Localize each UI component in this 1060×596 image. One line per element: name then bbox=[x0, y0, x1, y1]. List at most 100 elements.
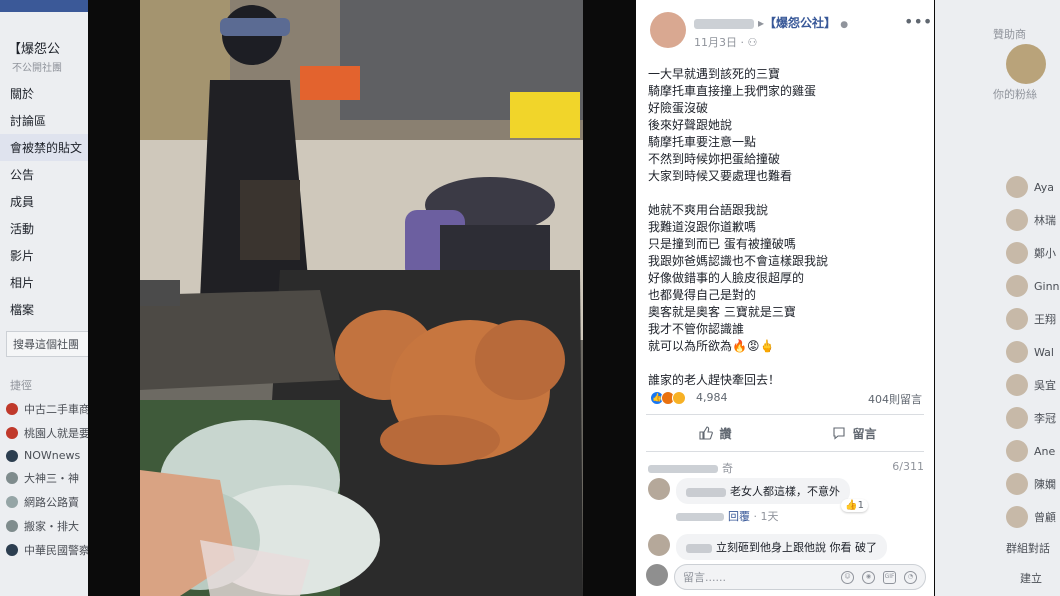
thumbs-up-icon bbox=[699, 426, 714, 440]
contact-item[interactable]: 林瑞 bbox=[1006, 209, 1056, 231]
reaction-count[interactable]: 4,984 bbox=[696, 391, 728, 404]
shortcut-icon bbox=[6, 496, 18, 508]
shortcut-icon bbox=[6, 544, 18, 556]
post-header: ▸【爆怨公社】 ● 11月3日 · ⚇ ••• bbox=[636, 0, 934, 56]
globe-icon: ● bbox=[840, 20, 849, 30]
avatar bbox=[1006, 44, 1046, 84]
comment-item: 立刻砸到他身上跟他說 你看 破了 bbox=[648, 534, 887, 560]
comment-time[interactable]: 1天 bbox=[761, 510, 779, 523]
reply-link[interactable]: 回覆 bbox=[728, 510, 750, 523]
photo-image bbox=[140, 0, 583, 596]
commenter-avatar[interactable] bbox=[648, 534, 670, 556]
shortcut-label: 大神三・神 bbox=[24, 472, 79, 485]
like-label: 讚 bbox=[719, 426, 732, 441]
comment-button[interactable]: 留言 bbox=[785, 415, 924, 451]
post-date[interactable]: 11月3日 · ⚇ bbox=[694, 34, 757, 50]
audience-icon: ⚇ bbox=[747, 36, 758, 49]
more-options-icon[interactable]: ••• bbox=[904, 12, 932, 31]
group-link[interactable]: 【爆怨公社】 bbox=[764, 16, 836, 30]
avatar bbox=[1006, 176, 1028, 198]
avatar bbox=[1006, 308, 1028, 330]
contact-item[interactable]: 曾顧 bbox=[1006, 506, 1056, 528]
like-button[interactable]: 讚 bbox=[646, 415, 785, 451]
sponsored-label: 贊助商 bbox=[993, 28, 1026, 41]
comment-bubble: 老女人都這樣，不意外 👍1 bbox=[676, 478, 868, 512]
author-avatar[interactable] bbox=[650, 12, 686, 48]
post-date-text: 11月3日 bbox=[694, 36, 737, 49]
contact-name: 陳嫻 bbox=[1034, 478, 1056, 491]
contact-name: 李冠 bbox=[1034, 412, 1056, 425]
commenter-name-redacted[interactable] bbox=[686, 543, 712, 553]
wow-reaction-icon bbox=[672, 391, 686, 405]
avatar bbox=[1006, 473, 1028, 495]
sticker-icon[interactable]: ◔ bbox=[904, 570, 917, 584]
contact-item[interactable]: 吳宜 bbox=[1006, 374, 1056, 396]
contact-item[interactable]: Ginn bbox=[1006, 275, 1060, 297]
contact-name: Ginn bbox=[1034, 279, 1060, 293]
comments-header-name: 奇 bbox=[722, 462, 733, 475]
comment-like-badge[interactable]: 👍1 bbox=[841, 499, 868, 512]
post-actions: 讚 留言 bbox=[646, 414, 924, 452]
shortcut-icon bbox=[6, 449, 18, 462]
contact-name: 林瑞 bbox=[1034, 214, 1056, 227]
commenter-name-redacted[interactable] bbox=[686, 487, 726, 497]
contact-name: 王翔 bbox=[1034, 313, 1056, 326]
comment-meta: 回覆 · 1天 bbox=[676, 508, 779, 524]
shortcut-icon bbox=[6, 427, 18, 439]
avatar bbox=[1006, 506, 1028, 528]
post-photo[interactable] bbox=[140, 0, 583, 596]
avatar bbox=[1006, 374, 1028, 396]
create-group-label[interactable]: 建立 bbox=[1020, 570, 1042, 586]
post-panel: ▸【爆怨公社】 ● 11月3日 · ⚇ ••• 一大早就遇到該死的三寶 騎摩托車… bbox=[636, 0, 934, 596]
shortcut-icon bbox=[6, 472, 18, 484]
comment-like-count: 1 bbox=[857, 500, 864, 511]
comment-item: 老女人都這樣，不意外 👍1 bbox=[648, 478, 868, 512]
shortcut-label: 中古二手車商 bbox=[24, 403, 90, 416]
current-user-avatar bbox=[646, 564, 668, 586]
comment-input-placeholder: 留言...... bbox=[683, 571, 726, 584]
contact-name: 曾顧 bbox=[1034, 511, 1056, 524]
contact-name: Aya bbox=[1034, 180, 1055, 194]
comments-header: 奇 6/311 bbox=[648, 460, 924, 476]
author-line[interactable]: ▸【爆怨公社】 ● bbox=[694, 14, 848, 31]
reaction-icons[interactable]: 👍 bbox=[650, 391, 686, 405]
commenter-avatar[interactable] bbox=[648, 478, 670, 500]
camera-icon[interactable]: ◉ bbox=[862, 570, 875, 584]
contact-item[interactable]: 陳嫻 bbox=[1006, 473, 1056, 495]
comment-text: 立刻砸到他身上跟他說 你看 破了 bbox=[716, 541, 877, 554]
group-chat-label[interactable]: 群組對話 bbox=[1006, 540, 1050, 556]
avatar bbox=[1006, 407, 1028, 429]
shortcut-label: 搬家・排大 bbox=[24, 520, 79, 533]
contact-item[interactable]: Wal bbox=[1006, 341, 1054, 363]
contact-item[interactable]: 李冠 bbox=[1006, 407, 1056, 429]
blurred-text bbox=[676, 513, 724, 521]
comment-pagination[interactable]: 6/311 bbox=[892, 460, 924, 473]
shortcut-icon bbox=[6, 520, 18, 532]
like-badge-icon: 👍 bbox=[845, 500, 858, 511]
comment-composer: 留言...... ☺ ◉ GIF ◔ bbox=[646, 564, 926, 590]
post-text: 一大早就遇到該死的三寶 騎摩托車直接撞上我們家的雞蛋 好險蛋沒破 後來好聲跟她說… bbox=[648, 67, 829, 387]
author-name-redacted bbox=[694, 18, 754, 29]
contact-item[interactable]: 王翔 bbox=[1006, 308, 1056, 330]
post-stats: 👍 4,984 404則留言 bbox=[636, 384, 934, 412]
contact-item[interactable]: Aya bbox=[1006, 176, 1054, 198]
sponsor-avatar[interactable] bbox=[1006, 44, 1052, 84]
comment-label: 留言 bbox=[852, 426, 877, 441]
contact-name: Ane bbox=[1034, 444, 1056, 458]
avatar bbox=[1006, 275, 1028, 297]
comment-text: 老女人都這樣，不意外 bbox=[730, 485, 840, 498]
contact-name: 鄭小 bbox=[1034, 247, 1056, 260]
comment-input[interactable]: 留言...... ☺ ◉ GIF ◔ bbox=[674, 564, 926, 590]
comment-bubble: 立刻砸到他身上跟他說 你看 破了 bbox=[676, 534, 887, 560]
avatar bbox=[1006, 242, 1028, 264]
shortcut-label: 桃園人就是要 bbox=[24, 427, 90, 440]
contact-item[interactable]: 鄭小 bbox=[1006, 242, 1056, 264]
emoji-icon[interactable]: ☺ bbox=[841, 570, 854, 584]
gif-icon[interactable]: GIF bbox=[883, 570, 896, 584]
avatar bbox=[1006, 440, 1028, 462]
comment-count[interactable]: 404則留言 bbox=[868, 391, 922, 407]
contact-item[interactable]: Ane bbox=[1006, 440, 1055, 462]
avatar bbox=[1006, 209, 1028, 231]
avatar bbox=[1006, 341, 1028, 363]
shortcut-icon bbox=[6, 403, 18, 415]
